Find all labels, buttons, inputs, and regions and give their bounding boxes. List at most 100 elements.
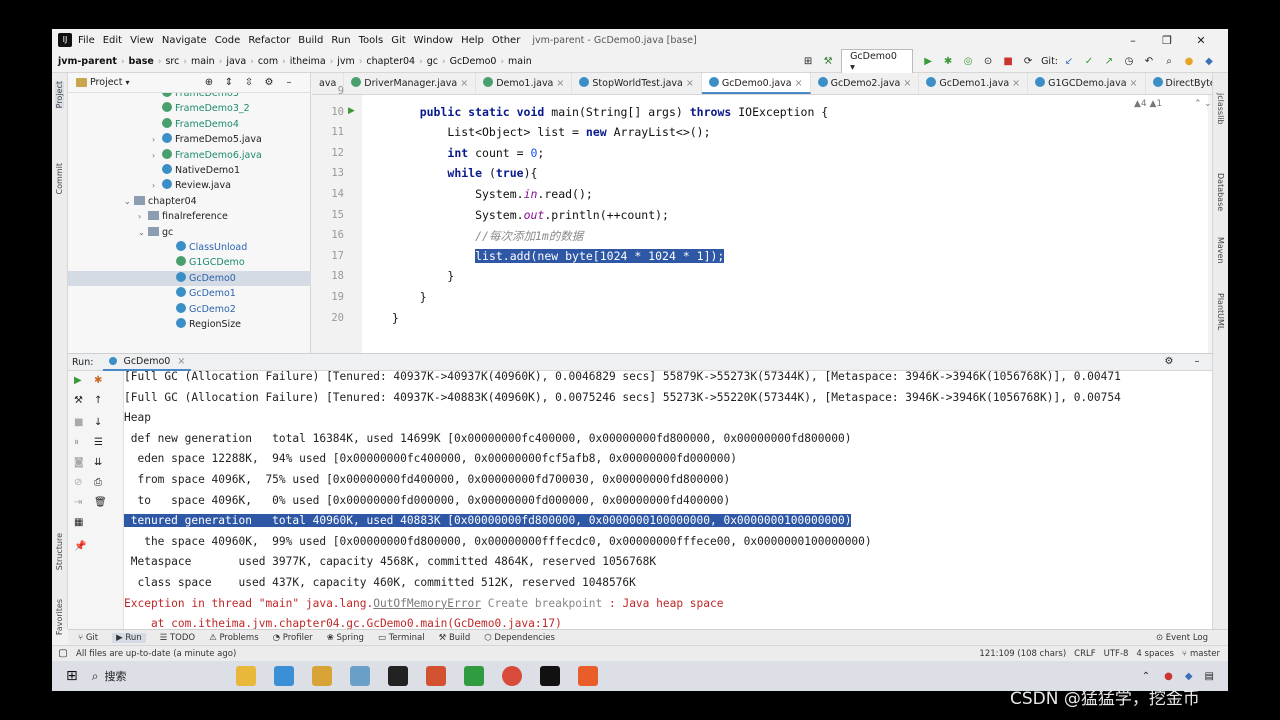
menu-item-code[interactable]: Code xyxy=(215,35,241,46)
menu-item-window[interactable]: Window xyxy=(414,35,453,46)
breadcrumb-item[interactable]: base xyxy=(129,56,154,67)
tool-tab-dependencies[interactable]: ⬡ Dependencies xyxy=(484,633,555,643)
line-separator[interactable]: CRLF xyxy=(1074,649,1095,659)
favorites-tool-button[interactable]: Favorites xyxy=(55,599,64,635)
expand-all-icon[interactable]: ⇳ xyxy=(242,76,256,90)
update-project-icon[interactable]: ⟳ xyxy=(1021,55,1035,69)
pin-icon[interactable]: 📌 xyxy=(74,541,86,552)
menu-item-build[interactable]: Build xyxy=(298,35,323,46)
close-button[interactable]: ✕ xyxy=(1184,34,1218,47)
tab-stopworldtest-java[interactable]: StopWorldTest.java × xyxy=(572,73,702,94)
trash-icon[interactable]: 🗑 xyxy=(94,497,107,508)
run-config-select[interactable]: GcDemo0 ▾ xyxy=(841,48,914,75)
tool-tab-terminal[interactable]: ▭ Terminal xyxy=(378,633,425,643)
minimize-button[interactable]: – xyxy=(1116,34,1150,47)
tree-item-finalreference[interactable]: › finalreference xyxy=(138,209,228,224)
tree-item-framedemo6-java[interactable]: › FrameDemo6.java xyxy=(152,148,262,163)
tree-item-gcdemo0[interactable]: GcDemo0 xyxy=(68,270,311,286)
tab-g1gcdemo-java[interactable]: G1GCDemo.java × xyxy=(1028,73,1146,94)
gear-icon[interactable]: ⚙ xyxy=(1162,355,1176,369)
close-icon[interactable]: × xyxy=(683,78,694,89)
close-icon[interactable]: × xyxy=(900,78,911,89)
restart-icon[interactable]: ✱ xyxy=(94,375,102,386)
tree-item-chapter04[interactable]: ⌄ chapter04 xyxy=(124,194,197,209)
chevron-right-icon[interactable]: › xyxy=(152,132,162,147)
tree-item-framedemo3-2[interactable]: FrameDemo3_2 xyxy=(152,101,250,116)
tray-chevron-icon[interactable]: ⌃ xyxy=(1142,671,1150,682)
scroll-to-end-icon[interactable]: ⇊ xyxy=(94,457,102,468)
tree-item-framedemo3[interactable]: FrameDemo3 xyxy=(152,93,239,101)
up-arrow-icon[interactable]: ↑ xyxy=(94,395,102,406)
tool-tab-todo[interactable]: ☰ TODO xyxy=(160,633,195,643)
chevron-down-icon[interactable]: ▾ xyxy=(126,78,130,87)
tool-tab-spring[interactable]: ❀ Spring xyxy=(327,633,364,643)
breadcrumb-item[interactable]: GcDemo0 xyxy=(450,56,497,67)
menu-item-tools[interactable]: Tools xyxy=(359,35,384,46)
tree-item-classunload[interactable]: ClassUnload xyxy=(166,240,247,255)
rollback-icon[interactable]: ↶ xyxy=(1142,55,1156,69)
hide-panel-icon[interactable]: – xyxy=(282,76,296,90)
breadcrumb-item[interactable]: java xyxy=(226,56,246,67)
layout-icon[interactable]: ▦ xyxy=(74,517,83,528)
run-tab[interactable]: GcDemo0 × xyxy=(103,354,192,371)
project-tool-button[interactable]: Project xyxy=(55,81,64,109)
debug-icon[interactable]: ✱ xyxy=(941,55,955,69)
tray-app-icon[interactable]: ● xyxy=(1164,671,1173,682)
tab-drivermanager-java[interactable]: DriverManager.java × xyxy=(344,73,477,94)
layout-icon[interactable]: ▢ xyxy=(56,647,70,661)
breadcrumb-item[interactable]: jvm-parent xyxy=(58,56,117,67)
database-tool-button[interactable]: Database xyxy=(1216,173,1225,211)
menu-item-git[interactable]: Git xyxy=(391,35,405,46)
menu-item-other[interactable]: Other xyxy=(492,35,520,46)
commit-tool-button[interactable]: Commit xyxy=(55,163,64,194)
close-icon[interactable]: × xyxy=(1009,78,1020,89)
close-icon[interactable]: × xyxy=(553,78,564,89)
tab-gcdemo0-java[interactable]: GcDemo0.java × xyxy=(701,73,811,94)
tree-item-framedemo5-java[interactable]: › FrameDemo5.java xyxy=(152,132,262,147)
breadcrumb-item[interactable]: com xyxy=(258,56,278,67)
locate-icon[interactable]: ⊕ xyxy=(202,76,216,90)
profile-icon[interactable]: ⊙ xyxy=(981,55,995,69)
tool-tab-git[interactable]: ⑂ Git xyxy=(78,633,98,643)
stop-icon[interactable]: ■ xyxy=(1001,55,1015,69)
tree-item-gc[interactable]: ⌄ gc xyxy=(138,225,173,240)
tree-item-framedemo4[interactable]: FrameDemo4 xyxy=(152,117,239,132)
camera-icon[interactable]: ◙ xyxy=(74,457,84,468)
notification-icon[interactable]: ▤ xyxy=(1205,671,1214,682)
chevron-down-icon[interactable]: ⌄ xyxy=(1204,99,1212,109)
notes-app-icon[interactable] xyxy=(274,666,295,686)
menu-item-navigate[interactable]: Navigate xyxy=(162,35,207,46)
app-icon[interactable] xyxy=(312,666,333,686)
jetbrains-plugin-icon[interactable]: ◆ xyxy=(1202,55,1216,69)
tool-tab-problems[interactable]: ⚠ Problems xyxy=(209,633,259,643)
rerun-icon[interactable]: ▶ xyxy=(74,375,82,386)
breadcrumb-item[interactable]: main xyxy=(508,56,532,67)
chevron-down-icon[interactable]: ⌄ xyxy=(124,194,134,209)
exit-icon[interactable]: ⇥ xyxy=(74,497,82,508)
menu-item-file[interactable]: File xyxy=(78,35,95,46)
intellij-icon[interactable] xyxy=(388,666,409,686)
chevron-right-icon[interactable]: › xyxy=(152,148,162,163)
close-icon[interactable]: × xyxy=(792,78,803,89)
powerpoint-icon[interactable] xyxy=(426,666,447,686)
chevron-up-icon[interactable]: ⌃ xyxy=(1194,99,1202,109)
project-panel-title[interactable]: Project xyxy=(90,77,123,88)
tab-gcdemo2-java[interactable]: GcDemo2.java × xyxy=(811,73,920,94)
camtasia-icon[interactable] xyxy=(464,666,485,686)
tool-tab-profiler[interactable]: ◔ Profiler xyxy=(273,633,313,643)
structure-tool-button[interactable]: Structure xyxy=(55,533,64,570)
git-branch[interactable]: master xyxy=(1190,649,1220,659)
run-gutter-icon[interactable]: ▶ xyxy=(348,106,355,116)
event-log-tab[interactable]: ⊙ Event Log xyxy=(1156,633,1208,643)
breadcrumb-item[interactable]: src xyxy=(165,56,179,67)
coverage-icon[interactable]: ◎ xyxy=(961,55,975,69)
add-config-icon[interactable]: ⊞ xyxy=(801,55,815,69)
tree-item-g1gcdemo[interactable]: G1GCDemo xyxy=(166,255,245,270)
close-icon[interactable]: × xyxy=(457,78,468,89)
hide-panel-icon[interactable]: – xyxy=(1190,355,1204,369)
indent-setting[interactable]: 4 spaces xyxy=(1136,649,1173,659)
menu-item-view[interactable]: View xyxy=(130,35,154,46)
menu-item-refactor[interactable]: Refactor xyxy=(248,35,290,46)
tree-item-regionsize[interactable]: RegionSize xyxy=(166,317,241,332)
windows-start-icon[interactable]: ⊞ xyxy=(66,668,78,684)
